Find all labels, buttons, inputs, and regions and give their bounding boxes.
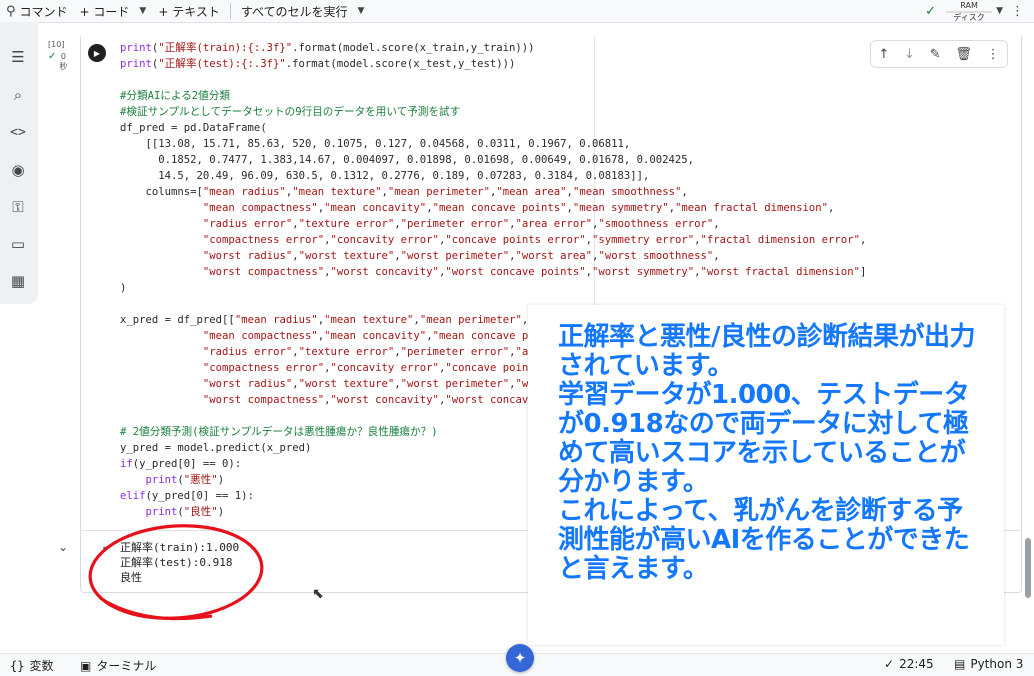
code-line: "compactness error","concavity error","c… [202, 234, 867, 246]
execution-time: 0 秒 [59, 52, 68, 71]
code-line: print("正解率(test):{:.3f}".format(model.sc… [120, 58, 516, 70]
move-down-icon[interactable]: ↓ [904, 47, 915, 62]
command-label: コマンド [19, 4, 68, 19]
add-text-button[interactable]: + テキスト [152, 0, 226, 22]
code-line: #検証サンプルとしてデータセットの9行目のデータを用いて予測を試す [120, 106, 461, 118]
play-icon: ▶ [93, 48, 101, 58]
sparkle-icon: ✦ [513, 649, 527, 667]
code-line: columns=["mean radius","mean texture","m… [120, 186, 688, 198]
annotation-text: 正解率と悪性/良性の診断結果が出力されています。 学習データが1.000、テストデ… [558, 323, 988, 584]
code-line: [[13.08, 15.71, 85.63, 520, 0.1075, 0.12… [120, 138, 631, 150]
chevron-down-icon[interactable]: ▼ [996, 6, 1003, 16]
code-line: df_pred = pd.DataFrame( [120, 122, 267, 134]
execution-info: [10] ✓ 0 秒 [48, 40, 67, 72]
add-text-label: + テキスト [158, 4, 220, 19]
runtime-status: ✓ RAM ディスク ▼ ⋮ [925, 0, 1034, 22]
code-line: 14.5, 20.49, 96.09, 630.5, 0.1312, 0.277… [120, 170, 650, 182]
move-up-icon[interactable]: ↑ [878, 47, 889, 62]
run-all-button[interactable]: すべてのセルを実行 ▼ [235, 0, 371, 22]
collapse-output-icon[interactable]: ⌄ [58, 540, 68, 554]
code-line: "mean compactness","mean concavity","mea… [202, 202, 835, 214]
cell-toolbar: ↑ ↓ ✎ 🗑 ⋮ [870, 40, 1008, 68]
command-palette-button[interactable]: ⚲ コマンド [0, 0, 74, 22]
annotation-paragraph: 正解率と悪性/良性の診断結果が出力されています。 [558, 322, 976, 381]
code-line: #分類AIによる2値分類 [120, 90, 230, 102]
code-line: "worst radius","worst texture","worst pe… [202, 250, 720, 262]
code-line: "radius error","texture error","perimete… [202, 218, 720, 230]
more-menu-icon[interactable]: ⋮ [1011, 4, 1024, 19]
add-code-button[interactable]: + コード ▼ [74, 0, 153, 22]
terminal-button[interactable]: ▣ ターミナル [80, 657, 156, 674]
highlight-circle [88, 524, 264, 621]
variables-button[interactable]: {} 変数 [10, 657, 53, 674]
gemini-spark-button[interactable]: ✦ [506, 644, 534, 672]
connected-check-icon: ✓ [925, 3, 937, 19]
mouse-cursor-icon: ⬉ [312, 586, 324, 602]
scrollbar-thumb[interactable] [1025, 538, 1031, 598]
more-options-icon[interactable]: ⋮ [987, 47, 1000, 62]
code-line: ) [120, 282, 127, 294]
code-line: 0.1852, 0.7477, 1.383,14.67, 0.004097, 0… [120, 154, 695, 166]
execution-count: [10] [48, 40, 65, 49]
variables-label: 変数 [29, 659, 54, 673]
toolbar-divider [229, 3, 231, 19]
braces-icon: {} [10, 658, 25, 673]
annotation-paragraph: 学習データが1.000、テストデータが0.918なので両データに対して極めて高い… [558, 380, 970, 497]
last-run-status[interactable]: ✓ 22:45 [884, 657, 934, 671]
disk-label: ディスク [953, 12, 985, 22]
code-line: print("正解率(train):{:.3f}".format(model.s… [120, 42, 535, 54]
last-run-time: 22:45 [899, 657, 934, 671]
server-icon: ▤ [954, 657, 966, 671]
run-all-label: すべてのセルを実行 [240, 4, 348, 19]
secrets-key-icon[interactable]: ⚿ [7, 196, 29, 218]
variables-inspector-icon[interactable]: ◉ [7, 159, 29, 181]
files-folder-icon[interactable]: ▭ [7, 233, 29, 255]
data-table-icon[interactable]: ▦ [7, 270, 29, 292]
terminal-icon: ▣ [80, 658, 92, 673]
chevron-down-icon[interactable]: ▼ [358, 6, 365, 16]
runtime-label: Python 3 [970, 657, 1024, 671]
runtime-type-button[interactable]: ▤ Python 3 [954, 657, 1023, 671]
code-line: "worst compactness","worst concavity","w… [202, 266, 867, 278]
success-check-icon: ✓ [48, 51, 57, 62]
notebook-toolbar: ⚲ コマンド + コード ▼ + テキスト すべてのセルを実行 ▼ ✓ RAM … [0, 0, 1034, 23]
ram-label: RAM [960, 0, 978, 10]
table-of-contents-icon[interactable]: ☰ [7, 46, 29, 68]
annotation-callout: 正解率と悪性/良性の診断結果が出力されています。 学習データが1.000、テストデ… [528, 305, 1004, 645]
chevron-down-icon[interactable]: ▼ [139, 6, 146, 16]
annotation-paragraph: これによって、乳がんを診断する予測性能が高いAIを作ることができたと言えます。 [558, 496, 970, 584]
search-icon: ⚲ [6, 3, 16, 19]
run-cell-button[interactable]: ▶ [88, 44, 106, 62]
check-icon: ✓ [884, 657, 895, 671]
code-snippets-icon[interactable]: <> [7, 121, 29, 143]
delete-trash-icon[interactable]: 🗑 [955, 47, 972, 62]
terminal-label: ターミナル [96, 659, 157, 673]
edit-pen-icon[interactable]: ✎ [930, 47, 941, 62]
add-code-label: + コード [79, 4, 130, 19]
resource-monitor[interactable]: RAM ディスク [946, 0, 993, 22]
left-sidebar: ☰ ⌕ <> ◉ ⚿ ▭ ▦ [0, 22, 38, 304]
find-replace-icon[interactable]: ⌕ [7, 84, 29, 106]
